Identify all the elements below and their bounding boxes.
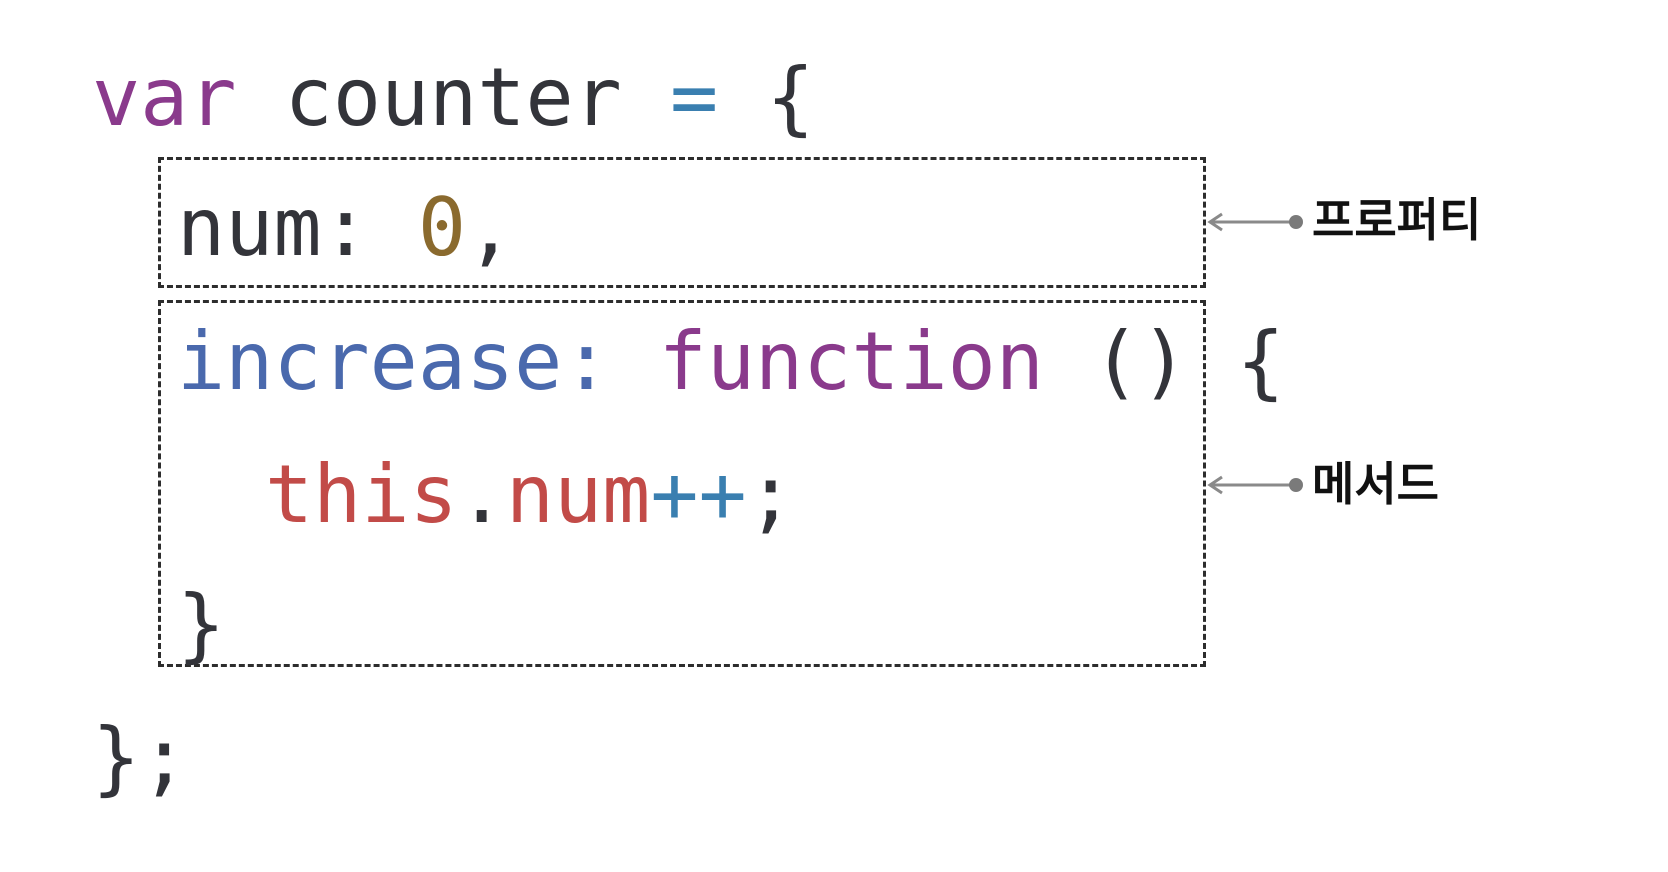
diagram-canvas: var counter = { num: 0, increase: functi… (0, 0, 1668, 872)
property-arrow (1207, 212, 1303, 232)
method-arrow (1207, 475, 1303, 495)
property-label: 프로퍼티 (1312, 193, 1482, 247)
method-label: 메서드 (1312, 457, 1439, 511)
annotation-arrows (1207, 212, 1303, 495)
